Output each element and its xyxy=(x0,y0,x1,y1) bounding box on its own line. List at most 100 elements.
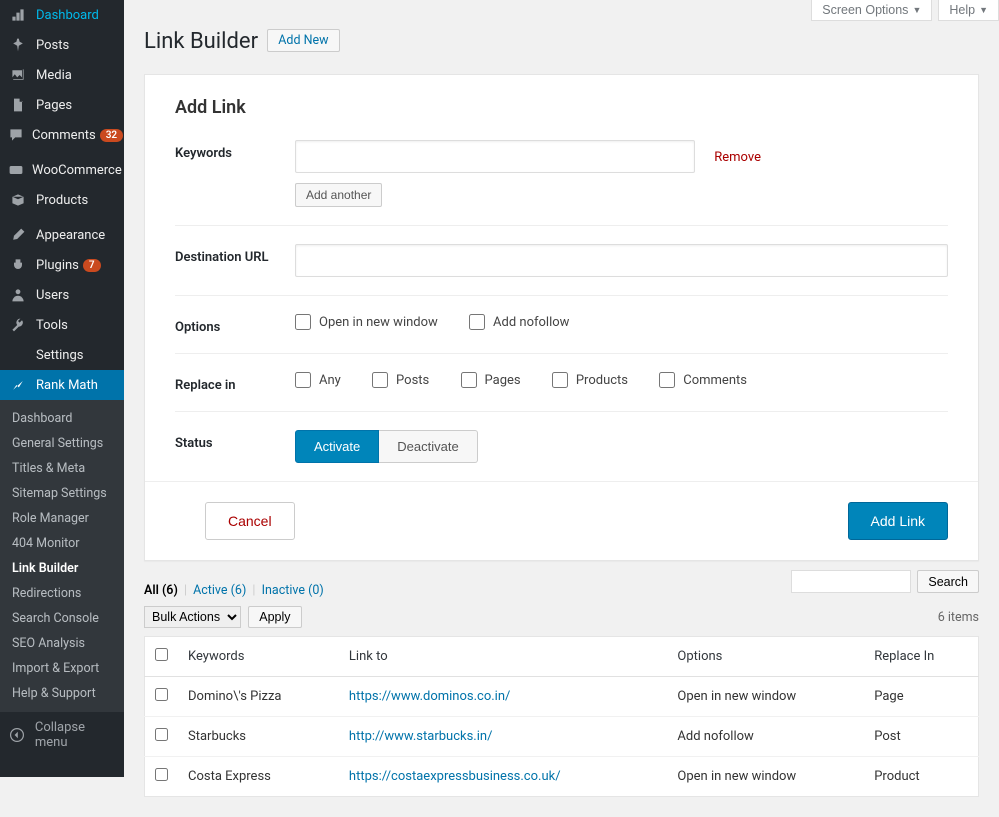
add-link-button[interactable]: Add Link xyxy=(848,502,948,540)
open-new-window-option[interactable]: Open in new window xyxy=(295,314,438,330)
row-checkbox[interactable] xyxy=(155,728,168,741)
sidebar-item-products[interactable]: Products xyxy=(0,185,124,215)
cell-options: Add nofollow xyxy=(667,717,864,757)
row-checkbox[interactable] xyxy=(155,688,168,701)
cell-keywords: Domino\'s Pizza xyxy=(178,677,339,717)
box-icon xyxy=(8,192,28,208)
sidebar-item-comments[interactable]: Comments32 xyxy=(0,120,124,150)
destination-url-input[interactable] xyxy=(295,244,948,277)
sidebar-item-dashboard[interactable]: Dashboard xyxy=(0,0,124,30)
add-nofollow-option[interactable]: Add nofollow xyxy=(469,314,569,330)
sidebar-item-settings[interactable]: Settings xyxy=(0,340,124,370)
submenu-search-console[interactable]: Search Console xyxy=(0,606,124,631)
add-new-button[interactable]: Add New xyxy=(267,29,339,52)
replace-any-option[interactable]: Any xyxy=(295,372,341,388)
select-all-checkbox[interactable] xyxy=(155,648,168,661)
replace-comments-option[interactable]: Comments xyxy=(659,372,747,388)
bulk-actions-select[interactable]: Bulk Actions xyxy=(144,606,241,628)
replace-pages-checkbox[interactable] xyxy=(461,372,477,388)
options-label: Options xyxy=(175,314,295,335)
form-title: Add Link xyxy=(175,97,948,118)
search-input[interactable] xyxy=(791,570,911,593)
col-linkto[interactable]: Link to xyxy=(339,637,667,677)
col-keywords[interactable]: Keywords xyxy=(178,637,339,677)
sidebar-item-appearance[interactable]: Appearance xyxy=(0,220,124,250)
replace-any-checkbox[interactable] xyxy=(295,372,311,388)
replace-products-option[interactable]: Products xyxy=(552,372,628,388)
submenu-help-support[interactable]: Help & Support xyxy=(0,681,124,706)
replace-comments-checkbox[interactable] xyxy=(659,372,675,388)
sidebar-item-tools[interactable]: Tools xyxy=(0,310,124,340)
remove-keyword-link[interactable]: Remove xyxy=(714,150,761,165)
help-button[interactable]: Help ▼ xyxy=(938,0,999,21)
filter-inactive[interactable]: Inactive (0) xyxy=(262,583,324,598)
cancel-button[interactable]: Cancel xyxy=(205,502,295,540)
wrench-icon xyxy=(8,317,28,333)
woo-icon xyxy=(8,162,24,178)
add-nofollow-checkbox[interactable] xyxy=(469,314,485,330)
submenu-link-builder[interactable]: Link Builder xyxy=(0,556,124,581)
sidebar-item-users[interactable]: Users xyxy=(0,280,124,310)
add-another-button[interactable]: Add another xyxy=(295,183,382,207)
submenu-sitemap-settings[interactable]: Sitemap Settings xyxy=(0,481,124,506)
cell-replacein: Page xyxy=(864,677,978,717)
admin-sidebar: DashboardPostsMediaPagesComments32WooCom… xyxy=(0,0,124,777)
filter-active[interactable]: Active (6) xyxy=(193,583,246,598)
row-checkbox[interactable] xyxy=(155,768,168,781)
col-replacein[interactable]: Replace In xyxy=(864,637,978,677)
table-row: Domino\'s Pizza https://www.dominos.co.in… xyxy=(145,677,979,717)
destination-url-label: Destination URL xyxy=(175,244,295,265)
deactivate-button[interactable]: Deactivate xyxy=(379,430,477,463)
replace-posts-option[interactable]: Posts xyxy=(372,372,429,388)
search-button[interactable]: Search xyxy=(917,570,979,593)
replace-posts-checkbox[interactable] xyxy=(372,372,388,388)
links-table: Keywords Link to Options Replace In Domi… xyxy=(144,636,979,797)
open-new-window-checkbox[interactable] xyxy=(295,314,311,330)
screen-options-button[interactable]: Screen Options ▼ xyxy=(811,0,932,21)
pin-icon xyxy=(8,37,28,53)
status-label: Status xyxy=(175,430,295,451)
dashboard-icon xyxy=(8,7,28,23)
cell-keywords: Starbucks xyxy=(178,717,339,757)
replace-in-label: Replace in xyxy=(175,372,295,393)
submenu--monitor[interactable]: 404 Monitor xyxy=(0,531,124,556)
sidebar-item-plugins[interactable]: Plugins7 xyxy=(0,250,124,280)
media-icon xyxy=(8,67,28,83)
sidebar-item-posts[interactable]: Posts xyxy=(0,30,124,60)
submenu-titles-meta[interactable]: Titles & Meta xyxy=(0,456,124,481)
activate-button[interactable]: Activate xyxy=(295,430,379,463)
sidebar-item-media[interactable]: Media xyxy=(0,60,124,90)
item-count: 6 items xyxy=(938,610,979,625)
submenu-role-manager[interactable]: Role Manager xyxy=(0,506,124,531)
filter-all[interactable]: All (6) xyxy=(144,583,178,598)
keywords-input[interactable] xyxy=(295,140,695,173)
sidebar-item-rank-math[interactable]: Rank Math xyxy=(0,370,124,400)
comment-icon xyxy=(8,127,24,143)
apply-button[interactable]: Apply xyxy=(248,606,301,628)
submenu-import-export[interactable]: Import & Export xyxy=(0,656,124,681)
page-title: Link Builder xyxy=(144,21,258,62)
replace-pages-option[interactable]: Pages xyxy=(461,372,521,388)
collapse-menu[interactable]: Collapse menu xyxy=(0,712,124,758)
plug-icon xyxy=(8,257,28,273)
cell-linkto[interactable]: https://www.dominos.co.in/ xyxy=(349,689,510,704)
submenu-seo-analysis[interactable]: SEO Analysis xyxy=(0,631,124,656)
submenu-general-settings[interactable]: General Settings xyxy=(0,431,124,456)
main-content: Screen Options ▼ Help ▼ Link Builder Add… xyxy=(124,0,999,817)
keywords-label: Keywords xyxy=(175,140,295,161)
replace-products-checkbox[interactable] xyxy=(552,372,568,388)
cell-linkto[interactable]: http://www.starbucks.in/ xyxy=(349,729,493,744)
submenu-redirections[interactable]: Redirections xyxy=(0,581,124,606)
status-filters: All (6) | Active (6) | Inactive (0) xyxy=(144,583,324,598)
page-icon xyxy=(8,97,28,113)
add-link-form: Add Link Keywords Remove Add another Des… xyxy=(144,74,979,561)
sidebar-item-pages[interactable]: Pages xyxy=(0,90,124,120)
sliders-icon xyxy=(8,347,28,363)
sidebar-item-woocommerce[interactable]: WooCommerce xyxy=(0,155,124,185)
cell-replacein: Post xyxy=(864,717,978,757)
collapse-icon xyxy=(8,727,27,743)
submenu-dashboard[interactable]: Dashboard xyxy=(0,406,124,431)
col-options[interactable]: Options xyxy=(667,637,864,677)
cell-options: Open in new window xyxy=(667,677,864,717)
user-icon xyxy=(8,287,28,303)
